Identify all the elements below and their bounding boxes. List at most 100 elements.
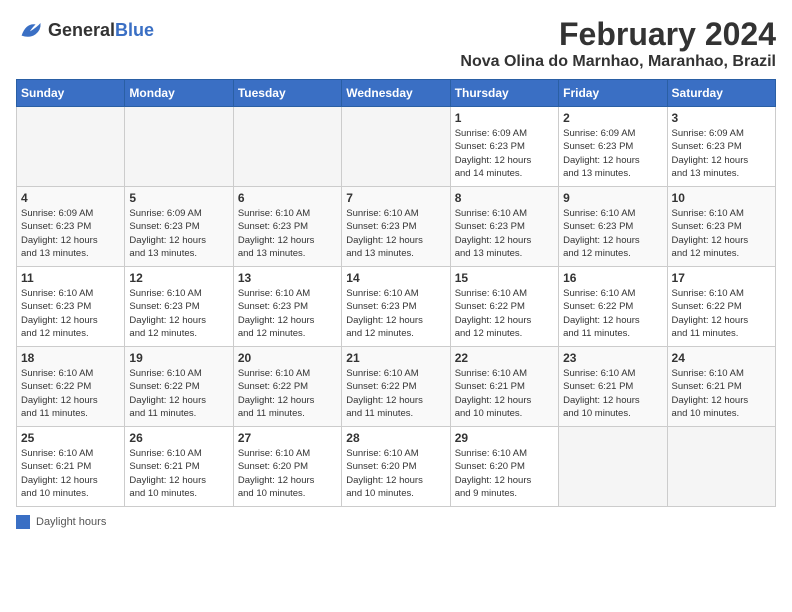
footer-legend: Daylight hours [16, 515, 776, 529]
day-sun-info: Sunrise: 6:09 AM Sunset: 6:23 PM Dayligh… [563, 127, 662, 180]
day-sun-info: Sunrise: 6:09 AM Sunset: 6:23 PM Dayligh… [455, 127, 554, 180]
day-of-week-header: Saturday [667, 80, 775, 107]
day-sun-info: Sunrise: 6:10 AM Sunset: 6:23 PM Dayligh… [21, 287, 120, 340]
day-of-week-header: Tuesday [233, 80, 341, 107]
logo-bird-icon [16, 16, 44, 44]
calendar-day-cell: 21 Sunrise: 6:10 AM Sunset: 6:22 PM Dayli… [342, 347, 450, 427]
day-sun-info: Sunrise: 6:10 AM Sunset: 6:22 PM Dayligh… [346, 367, 445, 420]
calendar-week-row: 18 Sunrise: 6:10 AM Sunset: 6:22 PM Dayli… [17, 347, 776, 427]
day-sun-info: Sunrise: 6:10 AM Sunset: 6:23 PM Dayligh… [238, 207, 337, 260]
day-sun-info: Sunrise: 6:10 AM Sunset: 6:23 PM Dayligh… [455, 207, 554, 260]
day-number: 13 [238, 271, 337, 285]
day-sun-info: Sunrise: 6:10 AM Sunset: 6:22 PM Dayligh… [455, 287, 554, 340]
day-number: 21 [346, 351, 445, 365]
day-sun-info: Sunrise: 6:10 AM Sunset: 6:23 PM Dayligh… [129, 287, 228, 340]
calendar-table: SundayMondayTuesdayWednesdayThursdayFrid… [16, 79, 776, 507]
calendar-day-cell: 6 Sunrise: 6:10 AM Sunset: 6:23 PM Daylig… [233, 187, 341, 267]
day-of-week-header: Thursday [450, 80, 558, 107]
calendar-week-row: 25 Sunrise: 6:10 AM Sunset: 6:21 PM Dayli… [17, 427, 776, 507]
calendar-day-cell [342, 107, 450, 187]
calendar-day-cell: 29Sunrise: 6:10 AM Sunset: 6:20 PM Dayli… [450, 427, 558, 507]
calendar-day-cell [667, 427, 775, 507]
day-sun-info: Sunrise: 6:09 AM Sunset: 6:23 PM Dayligh… [672, 127, 771, 180]
calendar-week-row: 1 Sunrise: 6:09 AM Sunset: 6:23 PM Daylig… [17, 107, 776, 187]
calendar-day-cell: 1 Sunrise: 6:09 AM Sunset: 6:23 PM Daylig… [450, 107, 558, 187]
day-number: 6 [238, 191, 337, 205]
day-number: 20 [238, 351, 337, 365]
day-of-week-header: Monday [125, 80, 233, 107]
calendar-day-cell: 3 Sunrise: 6:09 AM Sunset: 6:23 PM Daylig… [667, 107, 775, 187]
day-number: 22 [455, 351, 554, 365]
day-number: 1 [455, 111, 554, 125]
calendar-day-cell: 18 Sunrise: 6:10 AM Sunset: 6:22 PM Dayli… [17, 347, 125, 427]
month-year-title: February 2024 [460, 16, 776, 53]
calendar-day-cell: 15Sunrise: 6:10 AM Sunset: 6:22 PM Dayli… [450, 267, 558, 347]
calendar-day-cell: 19 Sunrise: 6:10 AM Sunset: 6:22 PM Dayli… [125, 347, 233, 427]
calendar-day-cell [233, 107, 341, 187]
logo: GeneralBlue [16, 16, 154, 44]
day-number: 19 [129, 351, 228, 365]
calendar-day-cell: 7 Sunrise: 6:10 AM Sunset: 6:23 PM Daylig… [342, 187, 450, 267]
calendar-day-cell: 24 Sunrise: 6:10 AM Sunset: 6:21 PM Dayli… [667, 347, 775, 427]
calendar-day-cell: 11 Sunrise: 6:10 AM Sunset: 6:23 PM Dayli… [17, 267, 125, 347]
calendar-day-cell: 27Sunrise: 6:10 AM Sunset: 6:20 PM Dayli… [233, 427, 341, 507]
day-number: 9 [563, 191, 662, 205]
day-number: 24 [672, 351, 771, 365]
calendar-day-cell: 25 Sunrise: 6:10 AM Sunset: 6:21 PM Dayli… [17, 427, 125, 507]
day-of-week-header: Friday [559, 80, 667, 107]
calendar-day-cell: 5 Sunrise: 6:09 AM Sunset: 6:23 PM Daylig… [125, 187, 233, 267]
legend-color-box [16, 515, 30, 529]
calendar-day-cell: 4Sunrise: 6:09 AM Sunset: 6:23 PM Daylig… [17, 187, 125, 267]
day-sun-info: Sunrise: 6:10 AM Sunset: 6:23 PM Dayligh… [563, 207, 662, 260]
day-sun-info: Sunrise: 6:10 AM Sunset: 6:22 PM Dayligh… [129, 367, 228, 420]
calendar-day-cell: 12 Sunrise: 6:10 AM Sunset: 6:23 PM Dayli… [125, 267, 233, 347]
calendar-header-row: SundayMondayTuesdayWednesdayThursdayFrid… [17, 80, 776, 107]
day-sun-info: Sunrise: 6:10 AM Sunset: 6:21 PM Dayligh… [672, 367, 771, 420]
day-sun-info: Sunrise: 6:10 AM Sunset: 6:20 PM Dayligh… [346, 447, 445, 500]
day-sun-info: Sunrise: 6:09 AM Sunset: 6:23 PM Dayligh… [129, 207, 228, 260]
day-number: 25 [21, 431, 120, 445]
day-sun-info: Sunrise: 6:10 AM Sunset: 6:23 PM Dayligh… [346, 207, 445, 260]
day-number: 18 [21, 351, 120, 365]
day-number: 26 [129, 431, 228, 445]
calendar-day-cell: 13 Sunrise: 6:10 AM Sunset: 6:23 PM Dayli… [233, 267, 341, 347]
calendar-day-cell: 2 Sunrise: 6:09 AM Sunset: 6:23 PM Daylig… [559, 107, 667, 187]
day-sun-info: Sunrise: 6:10 AM Sunset: 6:21 PM Dayligh… [455, 367, 554, 420]
calendar-day-cell [125, 107, 233, 187]
logo-blue-text: Blue [115, 20, 154, 40]
calendar-day-cell [559, 427, 667, 507]
day-number: 10 [672, 191, 771, 205]
day-sun-info: Sunrise: 6:10 AM Sunset: 6:22 PM Dayligh… [672, 287, 771, 340]
calendar-week-row: 4Sunrise: 6:09 AM Sunset: 6:23 PM Daylig… [17, 187, 776, 267]
title-section: February 2024 Nova Olina do Marnhao, Mar… [460, 16, 776, 71]
day-number: 2 [563, 111, 662, 125]
calendar-day-cell: 14 Sunrise: 6:10 AM Sunset: 6:23 PM Dayli… [342, 267, 450, 347]
day-sun-info: Sunrise: 6:10 AM Sunset: 6:21 PM Dayligh… [129, 447, 228, 500]
day-number: 7 [346, 191, 445, 205]
day-number: 17 [672, 271, 771, 285]
logo-general-text: General [48, 20, 115, 40]
day-sun-info: Sunrise: 6:10 AM Sunset: 6:23 PM Dayligh… [346, 287, 445, 340]
location-subtitle: Nova Olina do Marnhao, Maranhao, Brazil [460, 53, 776, 71]
day-number: 3 [672, 111, 771, 125]
day-sun-info: Sunrise: 6:10 AM Sunset: 6:23 PM Dayligh… [672, 207, 771, 260]
legend-label: Daylight hours [36, 516, 106, 528]
calendar-day-cell: 9 Sunrise: 6:10 AM Sunset: 6:23 PM Daylig… [559, 187, 667, 267]
calendar-day-cell: 8Sunrise: 6:10 AM Sunset: 6:23 PM Daylig… [450, 187, 558, 267]
calendar-day-cell: 17 Sunrise: 6:10 AM Sunset: 6:22 PM Dayli… [667, 267, 775, 347]
day-number: 16 [563, 271, 662, 285]
calendar-day-cell: 10 Sunrise: 6:10 AM Sunset: 6:23 PM Dayli… [667, 187, 775, 267]
calendar-day-cell [17, 107, 125, 187]
day-sun-info: Sunrise: 6:10 AM Sunset: 6:22 PM Dayligh… [21, 367, 120, 420]
day-sun-info: Sunrise: 6:10 AM Sunset: 6:21 PM Dayligh… [21, 447, 120, 500]
day-number: 5 [129, 191, 228, 205]
calendar-day-cell: 16 Sunrise: 6:10 AM Sunset: 6:22 PM Dayli… [559, 267, 667, 347]
day-number: 12 [129, 271, 228, 285]
day-number: 14 [346, 271, 445, 285]
day-number: 11 [21, 271, 120, 285]
day-sun-info: Sunrise: 6:09 AM Sunset: 6:23 PM Dayligh… [21, 207, 120, 260]
day-sun-info: Sunrise: 6:10 AM Sunset: 6:22 PM Dayligh… [563, 287, 662, 340]
day-of-week-header: Sunday [17, 80, 125, 107]
day-sun-info: Sunrise: 6:10 AM Sunset: 6:20 PM Dayligh… [238, 447, 337, 500]
day-sun-info: Sunrise: 6:10 AM Sunset: 6:23 PM Dayligh… [238, 287, 337, 340]
